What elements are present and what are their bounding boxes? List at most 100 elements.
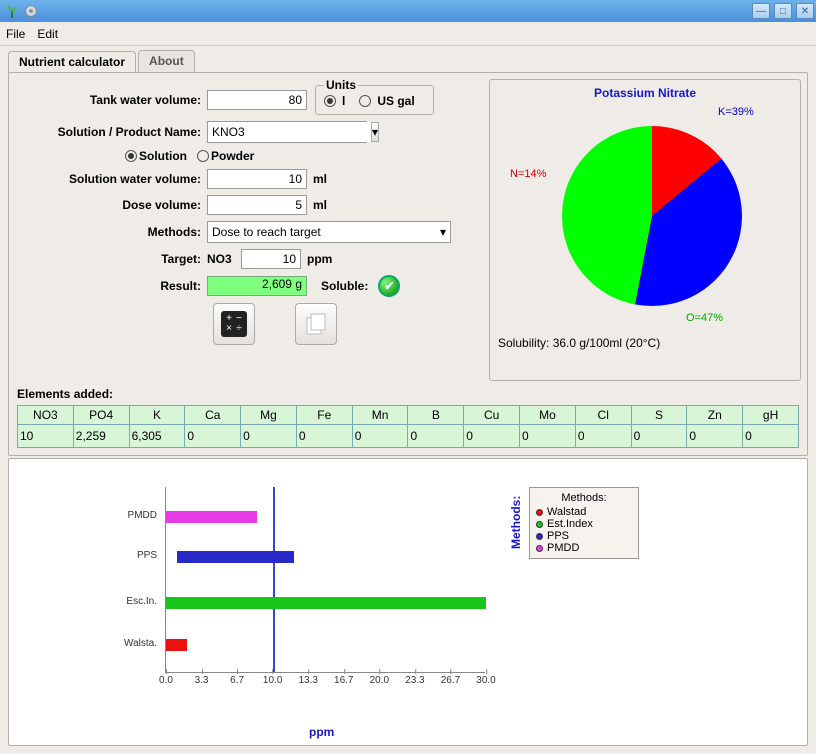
method-bar bbox=[166, 597, 486, 609]
legend-item: Walstad bbox=[536, 506, 632, 518]
x-tick: 16.7 bbox=[334, 675, 353, 686]
x-tick: 13.3 bbox=[298, 675, 317, 686]
label-target: Target: bbox=[17, 252, 207, 266]
legend-item: PPS bbox=[536, 530, 632, 542]
elements-cell: 2,259 bbox=[73, 425, 129, 448]
chevron-down-icon: ▾ bbox=[440, 225, 446, 239]
menu-bar: File Edit bbox=[0, 22, 816, 46]
elements-header: gH bbox=[743, 406, 799, 425]
composition-panel: Potassium Nitrate K=39% N=14% O=47% Solu… bbox=[489, 79, 801, 381]
settings-icon bbox=[24, 4, 38, 18]
elements-cell: 0 bbox=[352, 425, 408, 448]
label-dose-volume-unit: ml bbox=[313, 198, 327, 212]
pie-label-o: O=47% bbox=[686, 312, 723, 324]
label-target-unit: ppm bbox=[307, 252, 332, 266]
label-type-solution: Solution bbox=[139, 149, 187, 163]
method-bar-label: Walsta. bbox=[117, 638, 157, 649]
tab-nutrient-calculator[interactable]: Nutrient calculator bbox=[8, 51, 136, 73]
minimize-button[interactable]: — bbox=[752, 3, 770, 19]
solution-volume-input[interactable] bbox=[207, 169, 307, 189]
label-unit-usgal: US gal bbox=[377, 94, 414, 108]
menu-edit[interactable]: Edit bbox=[37, 27, 58, 41]
pie-label-k: K=39% bbox=[718, 106, 754, 118]
product-input[interactable] bbox=[208, 122, 371, 142]
radio-unit-usgal[interactable] bbox=[359, 95, 371, 107]
elements-cell: 0 bbox=[520, 425, 576, 448]
legend-swatch bbox=[536, 545, 543, 552]
elements-header: Mn bbox=[352, 406, 408, 425]
calculate-button[interactable]: +−×÷ bbox=[213, 303, 255, 345]
elements-added-title: Elements added: bbox=[17, 387, 113, 401]
legend-label: Walstad bbox=[547, 506, 586, 518]
label-methods: Methods: bbox=[17, 225, 207, 239]
radio-type-solution[interactable] bbox=[125, 150, 137, 162]
reference-line bbox=[273, 487, 275, 672]
elements-header: K bbox=[129, 406, 185, 425]
elements-cell: 0 bbox=[687, 425, 743, 448]
legend-item: Est.Index bbox=[536, 518, 632, 530]
elements-cell: 0 bbox=[631, 425, 687, 448]
result-value: 2,609 g bbox=[207, 276, 307, 296]
menu-file[interactable]: File bbox=[6, 27, 25, 41]
methods-legend: Methods: WalstadEst.IndexPPSPMDD bbox=[529, 487, 639, 559]
elements-cell: 10 bbox=[18, 425, 74, 448]
product-dropdown-button[interactable]: ▾ bbox=[371, 122, 379, 142]
method-bar bbox=[166, 511, 257, 523]
elements-header: Ca bbox=[185, 406, 241, 425]
elements-cell: 0 bbox=[743, 425, 799, 448]
label-soluble: Soluble: bbox=[321, 279, 368, 293]
method-bar bbox=[166, 639, 187, 651]
label-solution-volume: Solution water volume: bbox=[17, 172, 207, 186]
window-titlebar: — □ ✕ bbox=[0, 0, 816, 22]
label-tank-volume: Tank water volume: bbox=[17, 93, 207, 107]
elements-header: Mo bbox=[520, 406, 576, 425]
x-tick: 26.7 bbox=[441, 675, 460, 686]
elements-header: S bbox=[631, 406, 687, 425]
copy-button[interactable] bbox=[295, 303, 337, 345]
dose-volume-input[interactable] bbox=[207, 195, 307, 215]
legend-label: Est.Index bbox=[547, 518, 593, 530]
methods-bar-chart: 0.03.36.710.013.316.720.023.326.730.0PMD… bbox=[165, 487, 485, 673]
elements-header: Cu bbox=[464, 406, 520, 425]
label-dose-volume: Dose volume: bbox=[17, 198, 207, 212]
legend-swatch bbox=[536, 533, 543, 540]
elements-header: PO4 bbox=[73, 406, 129, 425]
pie-label-n: N=14% bbox=[510, 168, 546, 180]
methods-chart-panel: 0.03.36.710.013.316.720.023.326.730.0PMD… bbox=[8, 458, 808, 746]
method-bar bbox=[177, 551, 294, 563]
legend-item: PMDD bbox=[536, 542, 632, 554]
elements-cell: 6,305 bbox=[129, 425, 185, 448]
elements-header: Zn bbox=[687, 406, 743, 425]
radio-type-powder[interactable] bbox=[197, 150, 209, 162]
elements-header: Fe bbox=[296, 406, 352, 425]
tank-volume-input[interactable] bbox=[207, 90, 307, 110]
tab-about[interactable]: About bbox=[138, 50, 195, 72]
target-value-input[interactable] bbox=[241, 249, 301, 269]
label-solution-volume-unit: ml bbox=[313, 172, 327, 186]
methods-chart-ylabel: Methods: bbox=[509, 496, 523, 549]
method-bar-label: Esc.In. bbox=[117, 596, 157, 607]
close-button[interactable]: ✕ bbox=[796, 3, 814, 19]
maximize-button[interactable]: □ bbox=[774, 3, 792, 19]
elements-cell: 0 bbox=[185, 425, 241, 448]
soluble-ok-icon: ✔ bbox=[378, 275, 400, 297]
radio-unit-l[interactable] bbox=[324, 95, 336, 107]
elements-table: NO3PO4KCaMgFeMnBCuMoClSZngH 102,2596,305… bbox=[17, 405, 799, 448]
elements-header: NO3 bbox=[18, 406, 74, 425]
methods-chart-xlabel: ppm bbox=[309, 725, 334, 739]
product-combobox[interactable]: ▾ bbox=[207, 121, 367, 143]
legend-title: Methods: bbox=[536, 492, 632, 504]
label-type-powder: Powder bbox=[211, 149, 254, 163]
elements-cell: 0 bbox=[464, 425, 520, 448]
solubility-text: Solubility: 36.0 g/100ml (20°C) bbox=[490, 332, 800, 354]
units-group: Units l US gal bbox=[315, 85, 434, 115]
legend-swatch bbox=[536, 521, 543, 528]
x-tick: 20.0 bbox=[370, 675, 389, 686]
elements-cell: 0 bbox=[296, 425, 352, 448]
methods-select[interactable]: Dose to reach target ▾ bbox=[207, 221, 451, 243]
calculator-icon: +−×÷ bbox=[221, 311, 247, 337]
label-product-name: Solution / Product Name: bbox=[17, 125, 207, 139]
units-title: Units bbox=[324, 78, 358, 92]
app-icon bbox=[4, 3, 20, 19]
pie-title: Potassium Nitrate bbox=[490, 80, 800, 102]
